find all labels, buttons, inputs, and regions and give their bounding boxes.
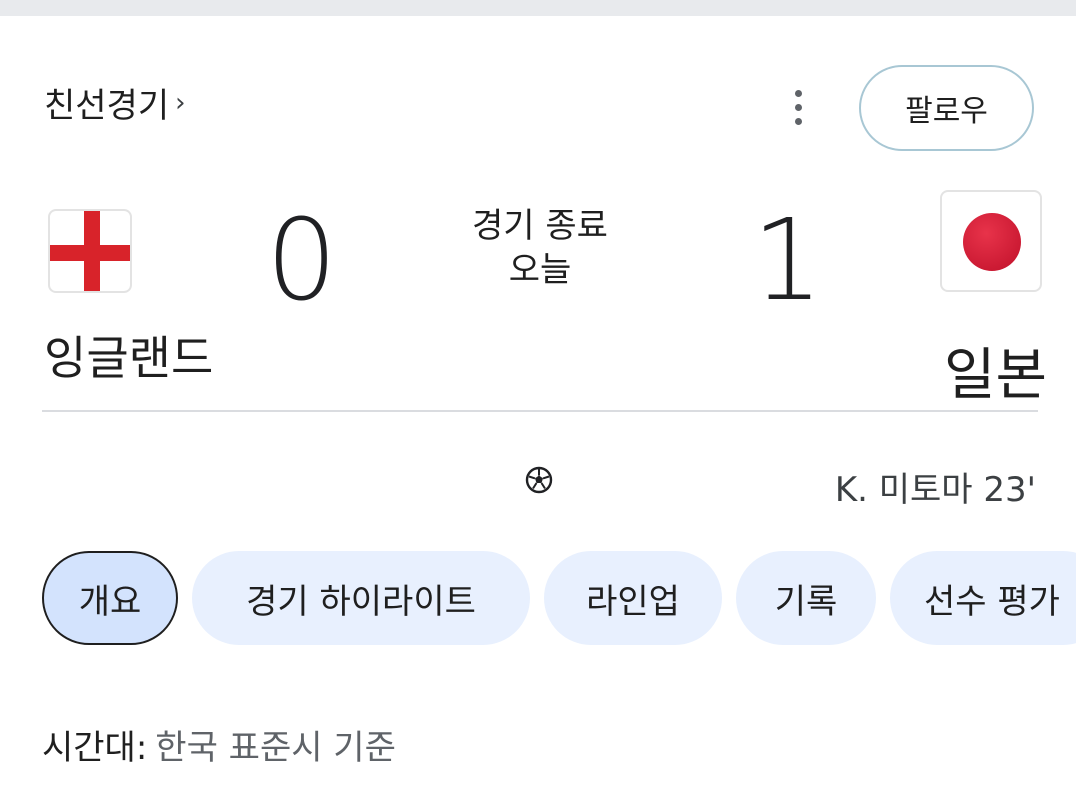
away-team-name[interactable]: 일본 [944,330,1047,411]
soccer-ball-icon [525,466,553,494]
away-score: 1 [752,196,824,326]
home-score: 0 [266,196,338,326]
tab-lineup[interactable]: 라인업 [544,551,722,645]
tab-highlights[interactable]: 경기 하이라이트 [192,551,530,645]
tab-stats[interactable]: 기록 [736,551,876,645]
england-flag-icon[interactable] [48,209,132,293]
match-date: 오늘 [508,250,572,291]
more-dot [794,89,802,97]
competition-link[interactable]: 친선경기 › [44,78,186,127]
divider [42,410,1038,412]
more-dot [794,103,802,111]
flag-cross-horizontal [50,245,130,261]
competition-label: 친선경기 [44,86,170,126]
tab-player-ratings[interactable]: 선수 평가 [890,551,1076,645]
timezone-label: 시간대: [42,728,148,768]
japan-flag-icon[interactable] [940,190,1042,292]
follow-button[interactable]: 팔로우 [859,65,1034,151]
tab-bar: 개요 경기 하이라이트 라인업 기록 선수 평가 [42,551,1076,647]
tab-overview[interactable]: 개요 [42,551,178,645]
match-status-block: 경기 종료 오늘 [440,204,640,292]
more-vert-icon[interactable] [780,84,816,130]
match-status: 경기 종료 [472,206,608,246]
goal-scorer: K. 미토마 23' [834,470,1036,510]
flag-red-disc [963,213,1021,271]
timezone-value: 한국 표준시 기준 [155,728,396,768]
chevron-right-icon: › [175,87,186,118]
top-edge-bar [0,0,1076,16]
home-team-name[interactable]: 잉글랜드 [44,322,213,388]
timezone-note: 시간대: 한국 표준시 기준 [42,720,396,769]
more-dot [794,117,802,125]
